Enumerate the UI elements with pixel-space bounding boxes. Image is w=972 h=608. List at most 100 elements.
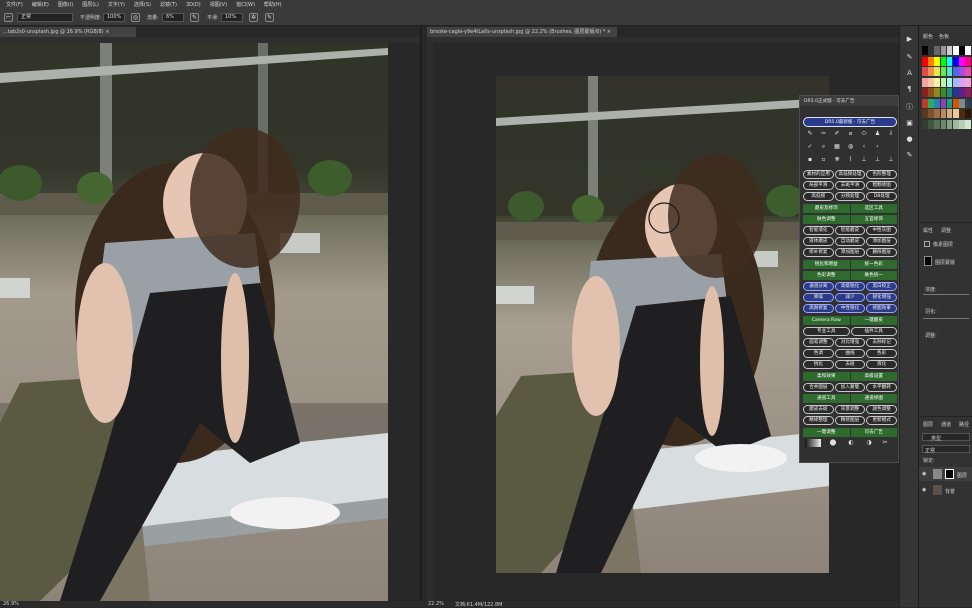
menu-layer[interactable]: 图层(L) bbox=[82, 1, 99, 8]
dr5-action-button[interactable]: 锐化 bbox=[803, 360, 834, 370]
actions-icon[interactable]: ▣ bbox=[904, 118, 915, 129]
tab-swatches[interactable]: 色板 bbox=[939, 33, 949, 40]
color-swatch[interactable] bbox=[946, 77, 953, 87]
dr5-action-button[interactable]: 颜色调整 bbox=[866, 405, 897, 415]
dr5-action-button[interactable]: 中性灰图 bbox=[866, 226, 897, 235]
align-center-icon[interactable]: ⊥ bbox=[874, 156, 882, 164]
mode-select[interactable]: 正常 bbox=[17, 13, 73, 22]
target-icon[interactable]: ◍ bbox=[847, 143, 855, 151]
color-swatch[interactable] bbox=[953, 88, 959, 97]
align-right-icon[interactable]: ⊥ bbox=[887, 156, 895, 164]
color-swatch[interactable] bbox=[928, 77, 934, 87]
dr5-action-button[interactable]: 添加图层 bbox=[834, 248, 866, 258]
brush-settings-icon[interactable]: ✂ bbox=[881, 439, 889, 447]
dr5-action-button[interactable]: 液体磨皮 bbox=[803, 237, 834, 247]
dr5-action-button[interactable]: 专业工具 bbox=[803, 326, 850, 336]
color-swatch[interactable] bbox=[953, 98, 959, 108]
pen-icon[interactable]: ✑ bbox=[820, 130, 828, 138]
layer-row-1[interactable]: ◉ 图层 bbox=[919, 467, 972, 481]
flow-field[interactable]: 6% bbox=[162, 13, 184, 22]
color-swatch[interactable] bbox=[953, 56, 959, 66]
color-swatch[interactable] bbox=[965, 46, 971, 55]
color-swatch[interactable] bbox=[946, 88, 953, 97]
dr5-action-button[interactable]: 液化 bbox=[866, 360, 897, 370]
layer-mask-thumb[interactable] bbox=[945, 469, 954, 479]
tab-layers[interactable]: 图层 bbox=[923, 421, 933, 428]
color-swatch[interactable] bbox=[928, 109, 934, 118]
color-swatch[interactable] bbox=[953, 46, 959, 55]
prev-icon[interactable]: ‹ bbox=[860, 143, 868, 151]
dr5-action-button[interactable]: 通道工具 bbox=[803, 394, 850, 403]
dr5-action-button[interactable]: 修补修复 bbox=[803, 248, 834, 258]
color-swatch[interactable] bbox=[940, 98, 947, 108]
gradient-icon[interactable] bbox=[805, 439, 821, 447]
airbrush-icon[interactable]: ✎ bbox=[190, 13, 199, 22]
tab-channels[interactable]: 通道 bbox=[941, 421, 951, 428]
white-icon[interactable]: ▫ bbox=[820, 156, 828, 164]
color-swatch[interactable] bbox=[940, 56, 947, 66]
brush-preset-icon[interactable]: ⌐ bbox=[4, 13, 13, 22]
next-icon[interactable]: › bbox=[874, 143, 882, 151]
color-swatch[interactable] bbox=[922, 98, 928, 108]
color-swatch[interactable] bbox=[934, 109, 940, 118]
color-swatch[interactable] bbox=[940, 46, 947, 55]
contrast-icon[interactable]: ◑ bbox=[865, 439, 873, 447]
color-swatch[interactable] bbox=[965, 67, 971, 76]
dr5-action-button[interactable]: 加入蒙版 bbox=[834, 382, 866, 392]
dr5-action-button[interactable]: 去斑 bbox=[834, 360, 866, 370]
color-swatch[interactable] bbox=[965, 88, 971, 97]
brush-icon[interactable]: ✎ bbox=[806, 130, 814, 138]
status-zoom-left[interactable]: 26.9% bbox=[3, 601, 19, 607]
dr5-action-button[interactable]: 局部平滑 bbox=[803, 181, 834, 191]
menu-edit[interactable]: 编辑(E) bbox=[32, 1, 49, 8]
dr5-action-button[interactable]: 高低频 bbox=[803, 192, 834, 202]
tool-preset-icon[interactable]: ✎ bbox=[904, 150, 915, 161]
dr5-action-button[interactable]: 对比增强 bbox=[834, 338, 866, 347]
photo-right[interactable] bbox=[496, 76, 829, 573]
dr5-action-button[interactable]: 插件工具 bbox=[850, 326, 897, 336]
dr5-action-button[interactable]: 色彩调整 bbox=[803, 270, 850, 280]
dr5-action-button[interactable]: 色彩 bbox=[866, 349, 897, 359]
color-swatch[interactable] bbox=[965, 109, 971, 118]
color-swatch[interactable] bbox=[934, 67, 940, 76]
dr5-action-button[interactable]: 锐化增强 bbox=[866, 293, 897, 303]
search-icon[interactable]: ⌕ bbox=[820, 143, 828, 151]
color-swatch[interactable] bbox=[946, 67, 953, 76]
color-swatch[interactable] bbox=[946, 119, 953, 129]
ellipse-icon[interactable]: ⬭ bbox=[860, 130, 868, 138]
visibility-eye-icon[interactable]: ◉ bbox=[922, 471, 926, 477]
dr5-action-button[interactable]: 减少 bbox=[834, 293, 866, 303]
menu-3d[interactable]: 3D(D) bbox=[186, 2, 201, 8]
color-swatch[interactable] bbox=[928, 119, 934, 129]
opacity-field[interactable]: 100% bbox=[103, 13, 125, 22]
doc-tab-left[interactable]: ...tab2s0-unsplash.jpg @ 26.9% (RGB/8) × bbox=[0, 27, 136, 37]
color-swatch[interactable] bbox=[922, 56, 928, 66]
history-icon[interactable]: ▶ bbox=[904, 34, 915, 45]
menu-image[interactable]: 图像(I) bbox=[58, 1, 73, 8]
color-swatch[interactable] bbox=[934, 77, 940, 87]
dr5-action-button[interactable]: 磨皮及修饰 bbox=[803, 203, 850, 213]
dr5-action-button[interactable]: 智能液化 bbox=[803, 226, 834, 235]
color-swatch[interactable] bbox=[953, 119, 959, 129]
dr5-action-button[interactable]: 色调 bbox=[803, 349, 834, 359]
color-swatch[interactable] bbox=[965, 98, 971, 108]
tab-paths[interactable]: 路径 bbox=[959, 421, 969, 428]
dr5-action-button[interactable]: 一键磨皮 bbox=[850, 315, 897, 325]
color-swatch[interactable] bbox=[953, 77, 959, 87]
color-swatch[interactable] bbox=[922, 119, 928, 129]
color-swatch[interactable] bbox=[922, 109, 928, 118]
color-swatch[interactable] bbox=[922, 67, 928, 76]
dr5-action-button[interactable]: 添加图层 bbox=[866, 237, 897, 247]
dr5-action-button[interactable]: 五官修饰 bbox=[850, 214, 897, 224]
visibility-eye-icon[interactable]: ◉ bbox=[922, 487, 926, 493]
color-swatch[interactable] bbox=[946, 46, 953, 55]
dr5-action-button[interactable]: 精修图层 bbox=[834, 416, 866, 426]
color-swatch[interactable] bbox=[940, 67, 947, 76]
color-swatch[interactable] bbox=[940, 88, 947, 97]
dr5-action-button[interactable]: Camera Raw bbox=[803, 315, 850, 325]
pencil-icon[interactable]: ✐ bbox=[833, 130, 841, 138]
color-swatch[interactable] bbox=[928, 88, 934, 97]
color-swatch[interactable] bbox=[928, 46, 934, 55]
dr5-action-button[interactable]: 自动磨皮 bbox=[834, 237, 866, 247]
dr5-action-button[interactable]: 选区工具 bbox=[850, 203, 897, 213]
